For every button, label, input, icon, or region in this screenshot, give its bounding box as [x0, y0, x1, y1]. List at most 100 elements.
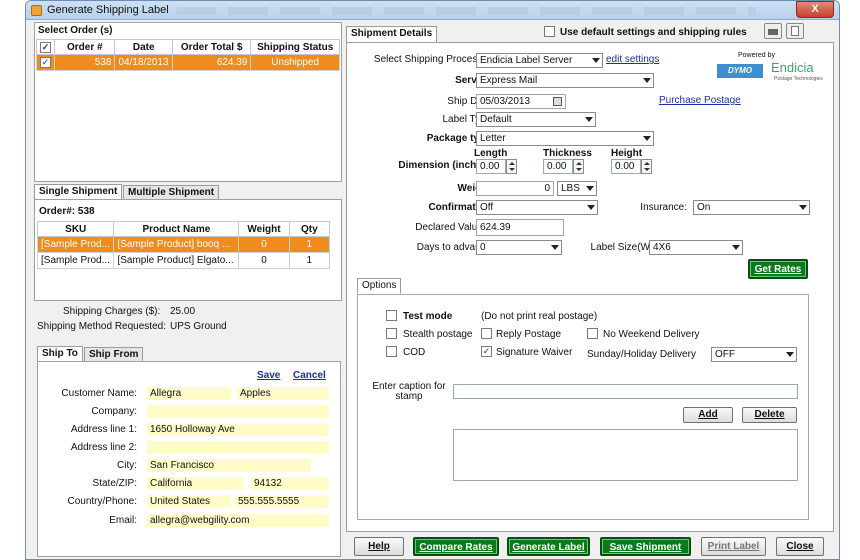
window-close-button[interactable]: X [796, 1, 834, 18]
endicia-logo: Endicia [771, 60, 814, 75]
row-checkbox[interactable]: ✓ [40, 57, 52, 68]
address-line1-label: Address line 1: [70, 424, 137, 435]
chevron-down-icon [587, 205, 595, 210]
tab-ship-from[interactable]: Ship From [84, 347, 144, 362]
tab-shipment-details[interactable]: Shipment Details [346, 26, 438, 43]
generate-label-button[interactable]: Generate Label [507, 537, 590, 556]
printer-icon[interactable] [764, 23, 782, 39]
chevron-down-icon [592, 58, 600, 63]
address-save-link[interactable]: Save [257, 370, 280, 381]
length-field[interactable]: 0.00 [476, 159, 506, 174]
cod-checkbox[interactable] [386, 346, 397, 357]
column-header[interactable]: SKU [36, 221, 115, 237]
qty-cell: 1 [288, 236, 331, 253]
days-advance-select[interactable]: 0 [476, 240, 562, 255]
purchase-postage-link[interactable]: Purchase Postage [659, 95, 741, 106]
edit-icon[interactable] [786, 23, 804, 39]
test-mode-note: (Do not print real postage) [481, 311, 598, 322]
insurance-value: On [697, 202, 711, 213]
stealth-postage-checkbox[interactable] [386, 328, 397, 339]
tab-multiple-shipment[interactable]: Multiple Shipment [123, 185, 220, 200]
service-select[interactable]: Express Mail [476, 73, 654, 88]
close-button[interactable]: Close [776, 537, 824, 556]
caption-field[interactable] [453, 384, 798, 399]
no-weekend-label: No Weekend Delivery [603, 329, 700, 340]
column-header[interactable]: Order # [54, 39, 116, 55]
reply-postage-label: Reply Postage [496, 329, 562, 340]
tab-ship-to[interactable]: Ship To [37, 346, 83, 362]
state-field[interactable]: California [147, 477, 243, 490]
test-mode-checkbox[interactable] [386, 310, 397, 321]
address-cancel-link[interactable]: Cancel [293, 370, 326, 381]
column-header[interactable]: Product Name [113, 221, 240, 237]
first-name-field[interactable]: Allegra [147, 387, 231, 400]
column-header[interactable]: Shipping Status [250, 39, 340, 55]
edit-settings-link[interactable]: edit settings [606, 54, 659, 65]
company-field[interactable] [147, 405, 329, 418]
test-mode-label: Test mode [403, 311, 453, 322]
items-header-row: SKU Product Name Weight Qty [36, 221, 331, 237]
thickness-field[interactable]: 0.00 [543, 159, 573, 174]
select-all-header[interactable]: ✓ [35, 39, 56, 55]
default-settings-checkbox[interactable] [544, 26, 555, 37]
table-row[interactable]: [Sample Prod... [Sample Product] booq ..… [36, 236, 331, 253]
sunday-delivery-select[interactable]: OFF [711, 347, 797, 362]
confirmation-select[interactable]: Off [476, 200, 598, 215]
shipment-details-panel: Select Shipping Processor: Endicia Label… [346, 42, 834, 532]
table-row[interactable]: [Sample Prod... [Sample Product] Elgato.… [36, 252, 331, 269]
processor-select[interactable]: Endicia Label Server [476, 53, 603, 68]
thickness-stepper[interactable] [573, 159, 584, 174]
select-all-checkbox[interactable]: ✓ [40, 41, 52, 53]
column-header[interactable]: Date [114, 39, 173, 55]
reply-postage-checkbox[interactable] [481, 328, 492, 339]
signature-waiver-checkbox[interactable]: ✓ [481, 346, 492, 357]
phone-field[interactable]: 555.555.5555 [235, 495, 329, 508]
column-header[interactable]: Qty [288, 221, 331, 237]
table-row[interactable]: ✓ 538 04/18/2013 624.39 Unshipped [35, 54, 340, 71]
caption-list[interactable] [453, 429, 798, 481]
days-advance-value: 0 [480, 242, 486, 253]
sku-cell: [Sample Prod... [36, 236, 115, 253]
order-number-cell: 538 [54, 54, 116, 71]
calendar-icon[interactable] [553, 97, 562, 106]
save-shipment-button[interactable]: Save Shipment [600, 537, 691, 556]
add-button[interactable]: Add [683, 407, 733, 423]
column-header[interactable]: Weight [238, 221, 290, 237]
print-label-button[interactable]: Print Label [701, 537, 766, 556]
height-field[interactable]: 0.00 [611, 159, 641, 174]
label-type-select[interactable]: Default [476, 112, 596, 127]
items-panel: Order#: 538 SKU Product Name Weight Qty … [34, 199, 342, 301]
ship-date-field[interactable]: 05/03/2013 [476, 94, 566, 109]
package-type-value: Letter [480, 133, 506, 144]
length-stepper[interactable] [506, 159, 517, 174]
delete-button[interactable]: Delete [742, 407, 797, 423]
last-name-field[interactable]: Apples [237, 387, 329, 400]
tab-options[interactable]: Options [357, 278, 402, 294]
no-weekend-checkbox[interactable] [587, 328, 598, 339]
get-rates-button[interactable]: Get Rates [748, 259, 808, 279]
insurance-select[interactable]: On [693, 200, 810, 215]
sunday-delivery-label: Sunday/Holiday Delivery [587, 349, 696, 360]
ship-date-value: 05/03/2013 [480, 96, 531, 107]
weight-cell: 0 [238, 252, 290, 269]
declared-value-field[interactable]: 624.39 [476, 219, 564, 236]
row-checkbox-cell[interactable]: ✓ [35, 54, 56, 71]
help-button[interactable]: Help [354, 537, 404, 556]
country-field[interactable]: United States [147, 495, 231, 508]
weight-unit-select[interactable]: LBS [557, 181, 597, 196]
column-header[interactable]: Order Total $ [171, 39, 252, 55]
weight-field[interactable]: 0 [476, 181, 554, 196]
email-field[interactable]: allegra@webgility.com [147, 514, 329, 527]
label-size-select[interactable]: 4X6 [649, 240, 743, 255]
chevron-down-icon [585, 117, 593, 122]
address-line1-field[interactable]: 1650 Holloway Ave [147, 423, 329, 436]
city-field[interactable]: San Francisco [147, 459, 311, 472]
zip-field[interactable]: 94132 [251, 477, 329, 490]
height-stepper[interactable] [641, 159, 652, 174]
compare-rates-button[interactable]: Compare Rates [413, 537, 499, 556]
chevron-down-icon [551, 245, 559, 250]
package-type-select[interactable]: Letter [476, 131, 654, 146]
shipping-charges-value: 25.00 [170, 306, 196, 317]
address-line2-field[interactable] [147, 441, 329, 454]
tab-single-shipment[interactable]: Single Shipment [34, 184, 123, 200]
